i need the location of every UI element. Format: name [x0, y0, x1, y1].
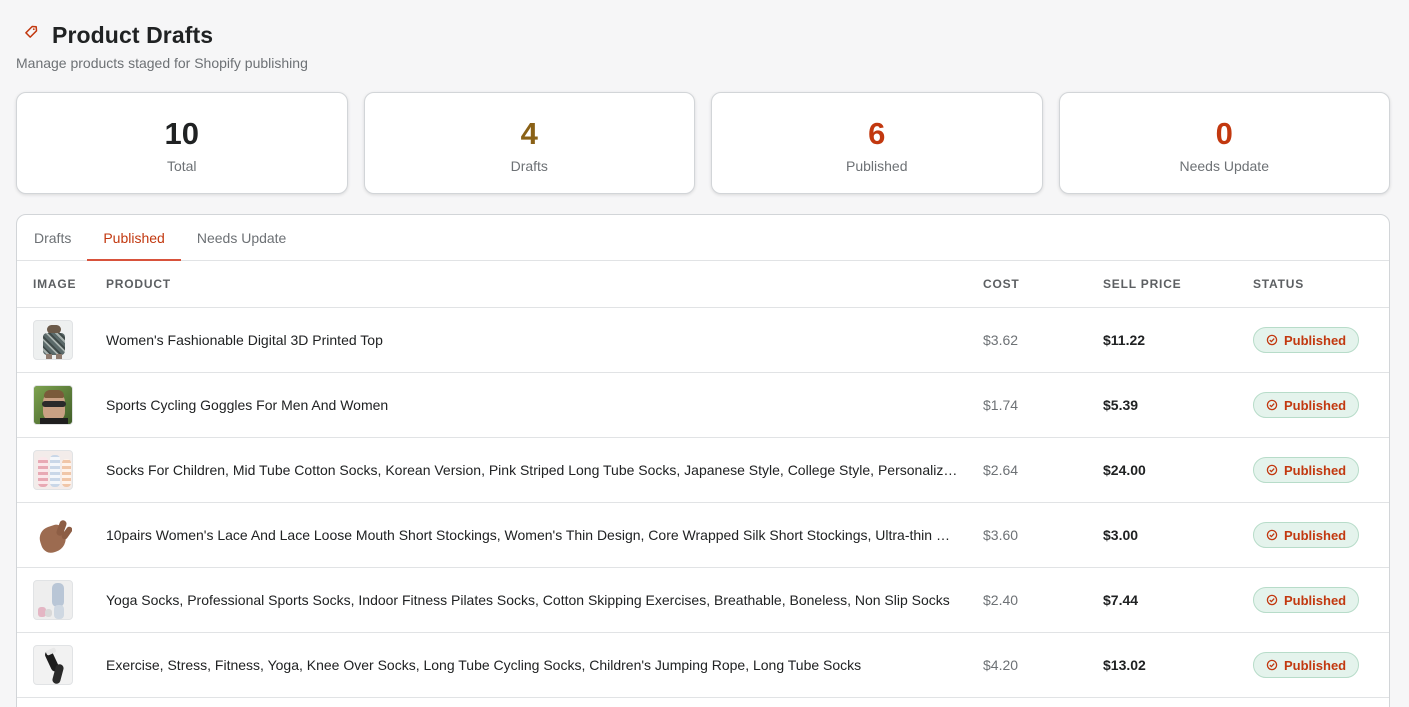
- stat-card-total: 10 Total: [16, 92, 348, 194]
- status-label: Published: [1284, 332, 1347, 348]
- status-badge: Published: [1253, 327, 1360, 353]
- yoga-socks-thumbnail: [33, 580, 73, 620]
- table-row[interactable]: Sports Cycling Goggles For Men And Women…: [17, 373, 1389, 438]
- product-name[interactable]: Socks For Children, Mid Tube Cotton Sock…: [106, 462, 983, 478]
- status-circle-icon: [1266, 529, 1278, 541]
- page-title: Product Drafts: [52, 21, 214, 48]
- product-sell-price: $11.22: [1103, 332, 1146, 348]
- product-name[interactable]: Women's Fashionable Digital 3D Printed T…: [106, 332, 983, 348]
- table-row[interactable]: Exercise, Stress, Fitness, Yoga, Knee Ov…: [17, 633, 1389, 698]
- product-cost: $4.20: [983, 657, 1019, 673]
- image-cell: [17, 320, 106, 360]
- status-label: Published: [1284, 462, 1347, 478]
- status-circle-icon: [1266, 399, 1278, 411]
- status-cell: Published: [1253, 522, 1389, 548]
- status-label: Published: [1284, 657, 1347, 673]
- table-row[interactable]: Yoga Socks, Professional Sports Socks, I…: [17, 568, 1389, 633]
- lace-stockings-thumbnail: [33, 515, 73, 555]
- status-circle-icon: [1266, 464, 1278, 476]
- stat-value-published: 6: [868, 116, 886, 151]
- product-sell-price: $7.44: [1103, 592, 1139, 608]
- status-cell: Published: [1253, 652, 1389, 678]
- stat-label-total: Total: [166, 158, 197, 174]
- stat-value-total: 10: [164, 116, 199, 151]
- status-badge: Published: [1253, 587, 1360, 613]
- product-cost: $2.40: [983, 592, 1019, 608]
- image-cell: [17, 580, 106, 620]
- stats-row: 10 Total 4 Drafts 6 Published 0 Needs Up…: [16, 92, 1390, 194]
- column-header-sell-price: SELL PRICE: [1103, 277, 1182, 291]
- products-panel: Drafts Published Needs Update IMAGE PROD…: [16, 214, 1390, 707]
- children-socks-thumbnail: [33, 450, 73, 490]
- status-cell: Published: [1253, 392, 1389, 418]
- product-sell-price: $24.00: [1103, 462, 1146, 478]
- product-name[interactable]: 10pairs Women's Lace And Lace Loose Mout…: [106, 527, 983, 543]
- product-cost: $3.60: [983, 527, 1019, 543]
- status-badge: Published: [1253, 522, 1360, 548]
- tab-needs-update[interactable]: Needs Update: [181, 215, 303, 260]
- product-cost: $2.64: [983, 462, 1019, 478]
- product-drafts-page: Product Drafts Manage products staged fo…: [0, 0, 1409, 707]
- stat-label-published: Published: [846, 158, 908, 174]
- status-circle-icon: [1266, 594, 1278, 606]
- status-label: Published: [1284, 592, 1347, 608]
- tab-drafts[interactable]: Drafts: [18, 215, 87, 260]
- column-header-status: STATUS: [1253, 277, 1305, 291]
- stat-card-published: 6 Published: [711, 92, 1043, 194]
- image-cell: [17, 645, 106, 685]
- status-cell: Published: [1253, 457, 1389, 483]
- column-header-cost: COST: [983, 277, 1020, 291]
- tag-icon: [21, 22, 41, 42]
- status-cell: Published: [1253, 327, 1389, 353]
- cycling-goggles-thumbnail: [33, 385, 73, 425]
- image-cell: [17, 450, 106, 490]
- status-label: Published: [1284, 397, 1347, 413]
- table-row[interactable]: Socks For Children, Mid Tube Cotton Sock…: [17, 438, 1389, 503]
- status-badge: Published: [1253, 652, 1360, 678]
- stat-value-drafts: 4: [520, 116, 538, 151]
- knee-socks-thumbnail: [33, 645, 73, 685]
- table-row[interactable]: Women's Fashionable Digital 3D Printed T…: [17, 308, 1389, 373]
- tab-published[interactable]: Published: [87, 215, 181, 261]
- product-name[interactable]: Exercise, Stress, Fitness, Yoga, Knee Ov…: [106, 657, 983, 673]
- status-label: Published: [1284, 527, 1347, 543]
- product-name[interactable]: Sports Cycling Goggles For Men And Women: [106, 397, 983, 413]
- product-cost: $1.74: [983, 397, 1019, 413]
- table-header: IMAGE PRODUCT COST SELL PRICE STATUS: [17, 261, 1389, 308]
- image-cell: [17, 385, 106, 425]
- stat-label-needs-update: Needs Update: [1179, 158, 1269, 174]
- product-cost: $3.62: [983, 332, 1019, 348]
- product-sell-price: $13.02: [1103, 657, 1146, 673]
- table-row[interactable]: 10pairs Women's Lace And Lace Loose Mout…: [17, 503, 1389, 568]
- page-header: Product Drafts Manage products staged fo…: [16, 18, 616, 72]
- stat-label-drafts: Drafts: [510, 158, 548, 174]
- product-name[interactable]: Yoga Socks, Professional Sports Socks, I…: [106, 592, 983, 608]
- status-circle-icon: [1266, 334, 1278, 346]
- column-header-product: PRODUCT: [106, 277, 171, 291]
- status-cell: Published: [1253, 587, 1389, 613]
- stat-card-needs-update: 0 Needs Update: [1058, 92, 1390, 194]
- image-cell: [17, 515, 106, 555]
- status-circle-icon: [1266, 659, 1278, 671]
- status-badge: Published: [1253, 392, 1360, 418]
- title-row: Product Drafts: [16, 18, 616, 52]
- stat-value-needs-update: 0: [1215, 116, 1233, 151]
- stat-card-drafts: 4 Drafts: [363, 92, 695, 194]
- status-badge: Published: [1253, 457, 1360, 483]
- tab-bar: Drafts Published Needs Update: [17, 215, 1389, 261]
- product-sell-price: $5.39: [1103, 397, 1139, 413]
- product-sell-price: $3.00: [1103, 527, 1139, 543]
- page-subtitle: Manage products staged for Shopify publi…: [16, 55, 308, 71]
- column-header-image: IMAGE: [33, 277, 77, 291]
- printed-top-thumbnail: [33, 320, 73, 360]
